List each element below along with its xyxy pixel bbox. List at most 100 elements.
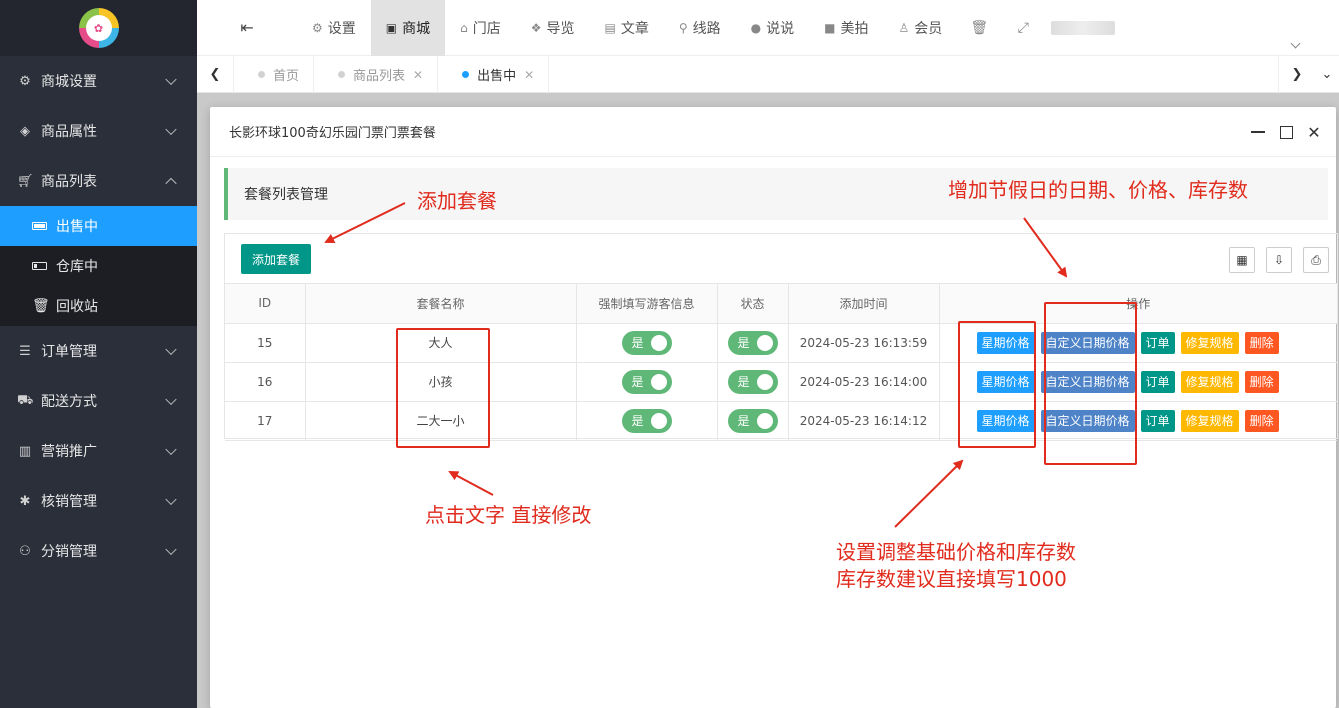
trash-icon[interactable]: 🗑︎ [957,0,1001,56]
topnav-photos[interactable]: ■ 美拍 [809,0,883,56]
order-button[interactable]: 订单 [1140,370,1175,393]
tab-product-list[interactable]: 商品列表 ✕ [314,56,439,93]
sidebar-item-product-attributes[interactable]: ◈ 商品属性 [0,106,197,156]
avatar[interactable] [1051,21,1116,35]
add-package-button[interactable]: 添加套餐 [241,244,312,274]
minimize-icon[interactable] [1250,124,1266,140]
sidebar-item-label: 商品属性 [41,124,97,140]
status-switch[interactable]: 是 [727,369,778,394]
topnav-members[interactable]: ♙ 会员 [883,0,957,56]
chevron-down-icon [165,493,177,506]
cell-time: 2024-05-23 16:13:59 [788,323,940,363]
force-info-switch[interactable]: 是 [621,330,672,355]
topnav-stores[interactable]: ⌂ 门店 [445,0,516,56]
switch-label: 是 [631,375,644,389]
export-icon[interactable]: ⇩ [1266,247,1292,273]
status-switch[interactable]: 是 [727,408,778,433]
tab-dot [258,71,265,78]
sidebar-item-product-list[interactable]: 🛒︎ 商品列表 [0,156,197,206]
sidebar-item-label: 订单管理 [41,344,97,360]
switch-label: 是 [631,336,644,350]
sidebar-subitem-in-warehouse[interactable]: 仓库中 [0,246,197,286]
sidebar-item-marketing[interactable]: ▥ 营销推广 [0,426,197,476]
topnav-label: 商城 [402,21,431,37]
sidebar-toggle-icon[interactable]: ⇤ [197,0,297,55]
delete-button[interactable]: 删除 [1244,331,1279,354]
topnav-settings[interactable]: ⚙ 设置 [297,0,371,56]
close-icon[interactable]: ✕ [524,68,534,82]
topnav-routes[interactable]: ⚲ 线路 [664,0,736,56]
sidebar-item-label: 营销推广 [41,444,97,460]
order-button[interactable]: 订单 [1140,409,1175,432]
package-table-container: 添加套餐 ▦ ⇩ ⎙ ID 套餐名称 强制填写游客信息 状态 添加时间 操作 1… [224,233,1338,441]
tab-home[interactable]: 首页 [234,56,315,93]
sidebar-item-mall-settings[interactable]: ⚙ 商城设置 [0,56,197,106]
cell-status: 是 [717,323,789,363]
chevron-down-icon[interactable] [1290,38,1301,49]
status-switch[interactable]: 是 [727,330,778,355]
sidebar-subitem-label: 出售中 [56,219,98,235]
close-icon[interactable]: ✕ [1306,123,1322,142]
tab-on-sale[interactable]: 出售中 ✕ [438,56,550,93]
order-button[interactable]: 订单 [1140,331,1175,354]
topnav-guide[interactable]: ❖ 导览 [516,0,590,56]
gears-icon: ⚙ [312,21,323,35]
topnav-articles[interactable]: ▤ 文章 [590,0,664,56]
fix-spec-button[interactable]: 修复规格 [1180,370,1239,393]
force-info-switch[interactable]: 是 [621,408,672,433]
modal-controls: ✕ [1250,107,1322,157]
switch-label: 是 [631,414,644,428]
close-icon[interactable]: ✕ [413,68,423,82]
route-icon: ⚲ [678,21,688,35]
force-info-switch[interactable]: 是 [621,369,672,394]
sidebar-item-orders[interactable]: ☰ 订单管理 [0,326,197,376]
maximize-icon[interactable] [1278,124,1294,140]
cart-icon: 🛒︎ [17,173,34,189]
fullscreen-icon[interactable]: ⤢ [1001,0,1045,56]
chevron-up-icon [165,177,177,190]
chevron-down-icon [165,393,177,406]
sidebar-subitem-on-sale[interactable]: 出售中 [0,206,197,246]
tabs-scroll-right-icon[interactable]: ❯ [1278,56,1315,93]
sidebar-item-delivery[interactable]: ⛟ 配送方式 [0,376,197,426]
tabs-menu-chevron-down-icon[interactable]: ⌄ [1315,56,1339,93]
chevron-down-icon [165,123,177,136]
columns-filter-icon[interactable]: ▦ [1229,247,1255,273]
product-list-submenu: 出售中 仓库中 🗑︎ 回收站 [0,206,197,326]
tab-dot [462,71,470,78]
modal-title: 长影环球100奇幻乐园门票门票套餐 [229,126,436,141]
column-header: 套餐名称 [305,284,577,324]
chevron-down-icon [165,73,177,86]
car-icon: ⛟ [17,392,34,408]
fix-spec-button[interactable]: 修复规格 [1180,331,1239,354]
battery-full-icon [32,222,50,230]
sidebar-item-distribution[interactable]: ⚇ 分销管理 [0,526,197,576]
sidebar-subitem-recycle-bin[interactable]: 🗑︎ 回收站 [0,286,197,326]
tabs-scroll-left-icon[interactable]: ❮ [197,56,234,93]
chevron-down-icon [165,343,177,356]
video-camera-icon: ■ [824,21,836,35]
logo[interactable]: ✿ [78,8,119,48]
sidebar-item-label: 核销管理 [41,494,97,510]
annotation-box-custom-date [1044,302,1137,465]
tab-label: 出售中 [477,69,517,84]
cell-force-info: 是 [576,401,718,441]
newspaper-icon: ▤ [604,21,616,35]
fix-spec-button[interactable]: 修复规格 [1180,409,1239,432]
bank-icon: ⌂ [460,21,468,35]
topnav-posts[interactable]: ● 说说 [736,0,809,56]
sidebar-subitem-label: 仓库中 [56,259,98,275]
delete-button[interactable]: 删除 [1244,370,1279,393]
cell-time: 2024-05-23 16:14:12 [788,401,940,441]
logo-area: ✿ [0,0,197,56]
delete-button[interactable]: 删除 [1244,409,1279,432]
topnav-mall[interactable]: ▣ 商城 [370,0,446,56]
table-tool-icons: ▦ ⇩ ⎙ [1229,247,1329,273]
modal-header: 长影环球100奇幻乐园门票门票套餐 ✕ [210,107,1336,157]
print-icon[interactable]: ⎙ [1303,247,1329,273]
cell-id: 17 [225,401,306,441]
column-header: 状态 [717,284,789,324]
annotation-holiday: 增加节假日的日期、价格、库存数 [948,178,1248,202]
chevron-down-icon [165,543,177,556]
sidebar-item-verification[interactable]: ✱ 核销管理 [0,476,197,526]
